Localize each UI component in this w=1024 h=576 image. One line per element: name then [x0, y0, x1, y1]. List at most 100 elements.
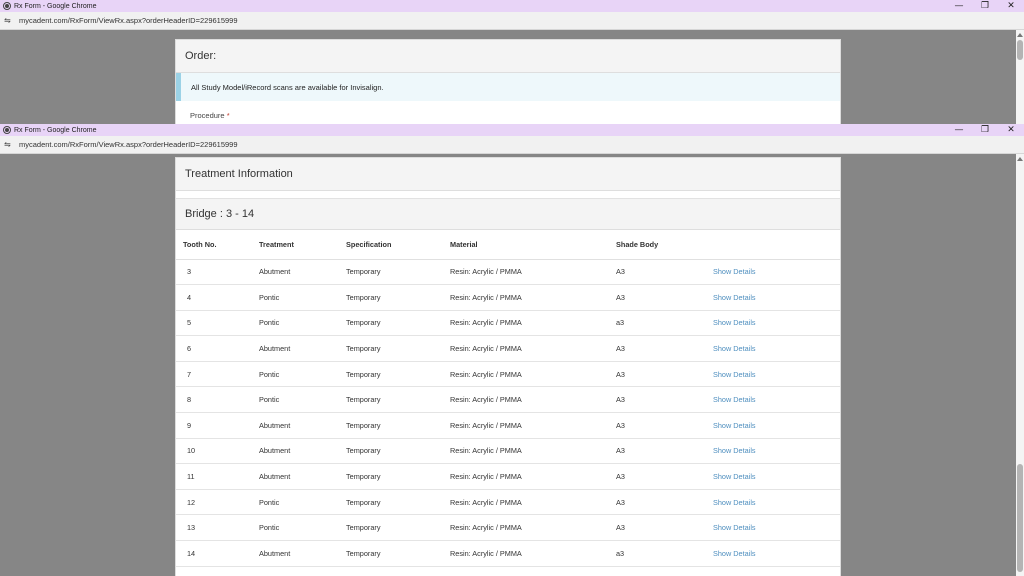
order-title: Order: [176, 40, 840, 73]
bridge-title: Bridge : 3 - 14 [176, 198, 840, 230]
window-titlebar[interactable]: Rx Form - Google Chrome — ❐ ✕ [0, 0, 1024, 12]
show-details-link[interactable]: Show Details [713, 310, 840, 337]
restore-button[interactable]: ❐ [972, 124, 998, 136]
cell-material: Resin: Acrylic / PMMA [450, 540, 616, 567]
table-row: 13 Pontic Temporary Resin: Acrylic / PMMA A3… [176, 514, 840, 542]
window-controls: — ❐ ✕ [946, 0, 1024, 12]
cell-material: Resin: Acrylic / PMMA [450, 335, 616, 362]
page-viewport: Treatment Information Bridge : 3 - 14 To… [0, 154, 1024, 576]
show-details-link[interactable]: Show Details [713, 514, 840, 542]
cell-treatment: Abutment [259, 412, 346, 439]
cell-specification: Temporary [346, 310, 450, 337]
cell-specification: Temporary [346, 540, 450, 567]
cell-material: Resin: Acrylic / PMMA [450, 361, 616, 388]
table-row: 11 Abutment Temporary Resin: Acrylic / PMMA… [176, 463, 840, 490]
cell-specification: Temporary [346, 514, 450, 542]
cell-treatment: Abutment [259, 463, 346, 490]
url-text[interactable]: mycadent.com/RxForm/ViewRx.aspx?orderHea… [19, 16, 238, 25]
cell-treatment: Pontic [259, 386, 346, 414]
cell-tooth-no: 5 [176, 310, 259, 337]
show-details-link[interactable]: Show Details [713, 489, 840, 516]
cell-shade-body: A3 [616, 489, 713, 516]
address-bar[interactable]: ⇋ mycadent.com/RxForm/ViewRx.aspx?orderH… [0, 136, 1024, 154]
col-treatment: Treatment [259, 230, 346, 260]
cell-tooth-no: 3 [176, 259, 259, 286]
cell-specification: Temporary [346, 335, 450, 362]
window-title: Rx Form - Google Chrome [14, 2, 97, 10]
scrollbar-thumb[interactable] [1017, 40, 1023, 60]
window-title: Rx Form - Google Chrome [14, 126, 97, 134]
cell-specification: Temporary [346, 386, 450, 414]
table-row: 3 Abutment Temporary Resin: Acrylic / PMMA A… [176, 259, 840, 286]
cell-tooth-no: 11 [176, 463, 259, 490]
show-details-link[interactable]: Show Details [713, 412, 840, 439]
col-shade-body: Shade Body [616, 230, 713, 260]
col-specification: Specification [346, 230, 450, 260]
minimize-button[interactable]: — [946, 0, 972, 12]
table-row: 5 Pontic Temporary Resin: Acrylic / PMMA a3 S… [176, 310, 840, 337]
vertical-scrollbar[interactable] [1016, 30, 1024, 124]
procedure-label-text: Procedure [190, 111, 225, 120]
show-details-link[interactable]: Show Details [713, 540, 840, 567]
cell-tooth-no: 10 [176, 438, 259, 465]
page-viewport: Order: All Study Model/iRecord scans are… [0, 30, 1024, 124]
table-row: 10 Abutment Temporary Resin: Acrylic / PMMA… [176, 438, 840, 465]
restore-button[interactable]: ❐ [972, 0, 998, 12]
cell-shade-body: A3 [616, 259, 713, 286]
cell-specification: Temporary [346, 361, 450, 388]
cell-material: Resin: Acrylic / PMMA [450, 284, 616, 311]
scroll-up-icon[interactable] [1017, 33, 1023, 37]
vertical-scrollbar[interactable] [1016, 154, 1024, 576]
cell-shade-body: A3 [616, 438, 713, 465]
cell-shade-body: A3 [616, 463, 713, 490]
cell-material: Resin: Acrylic / PMMA [450, 489, 616, 516]
table-row: 12 Pontic Temporary Resin: Acrylic / PMMA A3… [176, 489, 840, 516]
table-row: 9 Abutment Temporary Resin: Acrylic / PMMA A… [176, 412, 840, 439]
col-actions [713, 230, 840, 260]
cell-shade-body: A3 [616, 386, 713, 414]
cell-treatment: Pontic [259, 361, 346, 388]
close-button[interactable]: ✕ [998, 124, 1024, 136]
cell-shade-body: A3 [616, 284, 713, 311]
tune-icon[interactable]: ⇋ [4, 140, 14, 149]
treatment-card: Treatment Information Bridge : 3 - 14 To… [175, 157, 841, 576]
url-text[interactable]: mycadent.com/RxForm/ViewRx.aspx?orderHea… [19, 140, 238, 149]
treatment-title: Treatment Information [176, 158, 840, 191]
browser-window-treatment: Rx Form - Google Chrome — ❐ ✕ ⇋ mycadent… [0, 124, 1024, 576]
show-details-link[interactable]: Show Details [713, 438, 840, 465]
show-details-link[interactable]: Show Details [713, 361, 840, 388]
scrollbar-thumb[interactable] [1017, 464, 1023, 572]
table-row: 6 Abutment Temporary Resin: Acrylic / PMMA A… [176, 335, 840, 362]
address-bar[interactable]: ⇋ mycadent.com/RxForm/ViewRx.aspx?orderH… [0, 12, 1024, 30]
info-banner: All Study Model/iRecord scans are availa… [176, 73, 840, 101]
cell-material: Resin: Acrylic / PMMA [450, 438, 616, 465]
cell-tooth-no: 4 [176, 284, 259, 311]
cell-treatment: Abutment [259, 438, 346, 465]
required-mark: * [226, 111, 230, 120]
cell-tooth-no: 6 [176, 335, 259, 362]
show-details-link[interactable]: Show Details [713, 284, 840, 311]
tune-icon[interactable]: ⇋ [4, 16, 14, 25]
cell-tooth-no: 14 [176, 540, 259, 567]
treatment-table: Tooth No. Treatment Specification Materi… [176, 230, 840, 567]
chrome-page-icon [3, 126, 11, 134]
cell-tooth-no: 12 [176, 489, 259, 516]
show-details-link[interactable]: Show Details [713, 463, 840, 490]
cell-tooth-no: 9 [176, 412, 259, 439]
cell-specification: Temporary [346, 489, 450, 516]
show-details-link[interactable]: Show Details [713, 259, 840, 286]
close-button[interactable]: ✕ [998, 0, 1024, 12]
window-titlebar[interactable]: Rx Form - Google Chrome — ❐ ✕ [0, 124, 1024, 136]
scroll-up-icon[interactable] [1017, 157, 1023, 161]
show-details-link[interactable]: Show Details [713, 386, 840, 414]
cell-specification: Temporary [346, 259, 450, 286]
cell-treatment: Pontic [259, 284, 346, 311]
cell-treatment: Pontic [259, 489, 346, 516]
cell-shade-body: A3 [616, 335, 713, 362]
show-details-link[interactable]: Show Details [713, 335, 840, 362]
minimize-button[interactable]: — [946, 124, 972, 136]
table-row: 7 Pontic Temporary Resin: Acrylic / PMMA A3 S… [176, 361, 840, 388]
cell-material: Resin: Acrylic / PMMA [450, 386, 616, 414]
cell-treatment: Abutment [259, 540, 346, 567]
cell-specification: Temporary [346, 463, 450, 490]
